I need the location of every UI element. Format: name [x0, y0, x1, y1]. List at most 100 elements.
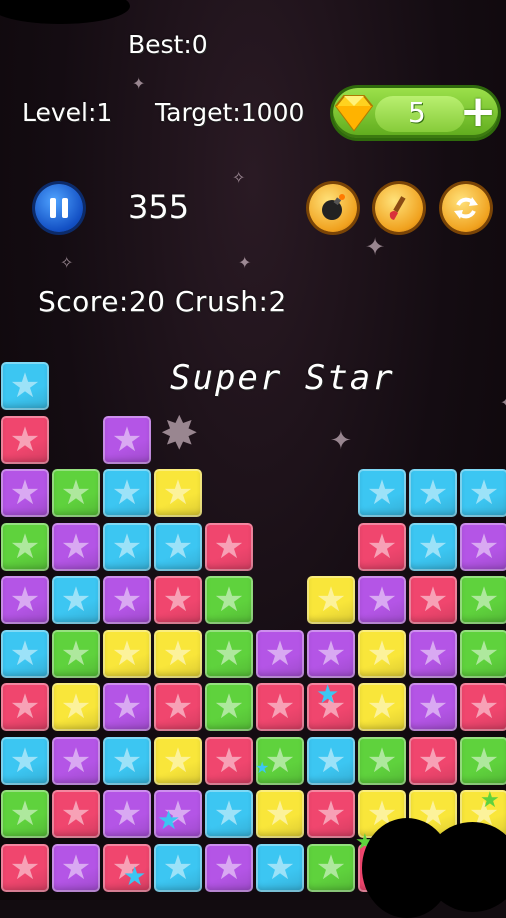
star-tile-blue[interactable]: ★ [103, 522, 151, 571]
star-icon: ★ [366, 740, 398, 781]
star-tile-yellow[interactable]: ★ [358, 629, 406, 678]
star-icon: ★ [468, 633, 500, 674]
star-icon: ★ [60, 473, 92, 513]
star-tile-red[interactable]: ★ [409, 576, 457, 624]
star-icon: ★ [162, 473, 194, 513]
star-tile-red[interactable]: ★ [1, 415, 49, 464]
star-tile-blue[interactable]: ★ [154, 843, 202, 892]
star-tile-purple[interactable]: ★ [1, 576, 49, 624]
star-tile-red[interactable]: ★ [307, 790, 355, 838]
star-tile-purple[interactable]: ★ [256, 629, 304, 678]
star-tile-purple[interactable]: ★ [409, 629, 457, 678]
star-icon: ★ [264, 633, 296, 674]
star-icon: ★ [60, 526, 92, 567]
star-tile-yellow[interactable]: ★ [103, 629, 151, 678]
star-tile-blue[interactable]: ★ [103, 469, 151, 517]
star-icon: ★ [60, 740, 92, 781]
star-tile-purple[interactable]: ★ [358, 576, 406, 624]
star-icon: ★ [9, 847, 41, 888]
star-icon: ★ [366, 687, 398, 727]
star-tile-purple[interactable]: ★ [52, 736, 100, 785]
star-tile-blue[interactable]: ★ [103, 736, 151, 785]
star-tile-purple[interactable]: ★ [460, 522, 506, 571]
star-tile-yellow[interactable]: ★ [52, 683, 100, 731]
star-tile-yellow[interactable]: ★ [154, 469, 202, 517]
star-tile-blue[interactable]: ★ [358, 469, 406, 517]
star-icon: ★ [9, 794, 41, 834]
star-tile-red[interactable]: ★ [1, 683, 49, 731]
star-tile-blue[interactable]: ★ [409, 522, 457, 571]
star-icon: ★ [162, 740, 194, 781]
star-tile-purple[interactable]: ★ [52, 843, 100, 892]
star-tile-yellow[interactable]: ★ [256, 790, 304, 838]
star-tile-purple[interactable]: ★ [52, 522, 100, 571]
star-tile-green[interactable]: ★ [1, 522, 49, 571]
star-icon: ★ [315, 580, 347, 620]
star-tile-green[interactable]: ★ [52, 469, 100, 517]
star-tile-green[interactable]: ★ [205, 683, 253, 731]
star-tile-blue[interactable]: ★ [1, 362, 49, 410]
star-tile-blue[interactable]: ★ [52, 576, 100, 624]
star-icon: ★ [213, 526, 245, 567]
star-icon: ★ [417, 580, 449, 620]
star-tile-red[interactable]: ★ [154, 683, 202, 731]
star-icon: ★ [162, 580, 194, 620]
star-tile-blue[interactable]: ★ [409, 469, 457, 517]
star-tile-purple[interactable]: ★ [103, 683, 151, 731]
star-icon: ★ [417, 740, 449, 781]
star-tile-blue[interactable]: ★ [205, 790, 253, 838]
star-tile-red[interactable]: ★ [205, 736, 253, 785]
star-icon: ★ [9, 633, 41, 674]
star-tile-blue[interactable]: ★ [307, 736, 355, 785]
star-tile-purple[interactable]: ★ [103, 576, 151, 624]
star-tile-green[interactable]: ★ [460, 576, 506, 624]
star-tile-red[interactable]: ★ [358, 522, 406, 571]
star-icon: ★ [60, 687, 92, 727]
star-tile-green[interactable]: ★ [1, 790, 49, 838]
star-tile-blue[interactable]: ★ [1, 629, 49, 678]
star-tile-red[interactable]: ★ [460, 683, 506, 731]
star-icon: ★ [213, 580, 245, 620]
star-tile-blue[interactable]: ★ [154, 522, 202, 571]
star-tile-blue[interactable]: ★ [256, 843, 304, 892]
star-tile-red[interactable]: ★ [409, 736, 457, 785]
star-icon: ★ [366, 473, 398, 513]
star-tile-red[interactable]: ★ [1, 843, 49, 892]
star-tile-green[interactable]: ★ [205, 629, 253, 678]
star-tile-purple[interactable]: ★ [103, 415, 151, 464]
star-tile-green[interactable]: ★ [460, 736, 506, 785]
star-icon: ★ [111, 740, 143, 781]
star-tile-red[interactable]: ★ [205, 522, 253, 571]
star-tile-purple[interactable]: ★ [409, 683, 457, 731]
star-tile-green[interactable]: ★ [307, 843, 355, 892]
star-tile-blue[interactable]: ★ [1, 736, 49, 785]
star-icon: ★ [213, 633, 245, 674]
star-tile-blue[interactable]: ★ [460, 469, 506, 517]
star-tile-yellow[interactable]: ★ [358, 683, 406, 731]
star-tile-purple[interactable]: ★ [205, 843, 253, 892]
star-icon: ★ [111, 687, 143, 727]
star-icon: ★ [9, 366, 41, 406]
star-tile-purple[interactable]: ★ [307, 629, 355, 678]
star-icon: ★ [213, 687, 245, 727]
star-tile-red[interactable]: ★ [52, 790, 100, 838]
star-tile-purple[interactable]: ★ [103, 790, 151, 838]
star-tile-yellow[interactable]: ★ [307, 576, 355, 624]
star-icon: ★ [9, 526, 41, 567]
star-tile-green[interactable]: ★ [205, 576, 253, 624]
star-icon: ★ [213, 740, 245, 781]
star-icon: ★ [9, 687, 41, 727]
star-tile-green[interactable]: ★ [460, 629, 506, 678]
star-tile-red[interactable]: ★ [154, 576, 202, 624]
star-tile-yellow[interactable]: ★ [154, 736, 202, 785]
star-tile-yellow[interactable]: ★ [154, 629, 202, 678]
star-tile-green[interactable]: ★ [52, 629, 100, 678]
star-icon: ★ [468, 740, 500, 781]
star-icon: ★ [315, 740, 347, 781]
star-particle-icon: ★ [123, 862, 147, 892]
star-icon: ★ [366, 526, 398, 567]
star-icon: ★ [9, 473, 41, 513]
star-tile-green[interactable]: ★ [358, 736, 406, 785]
star-tile-red[interactable]: ★ [256, 683, 304, 731]
star-tile-purple[interactable]: ★ [1, 469, 49, 517]
